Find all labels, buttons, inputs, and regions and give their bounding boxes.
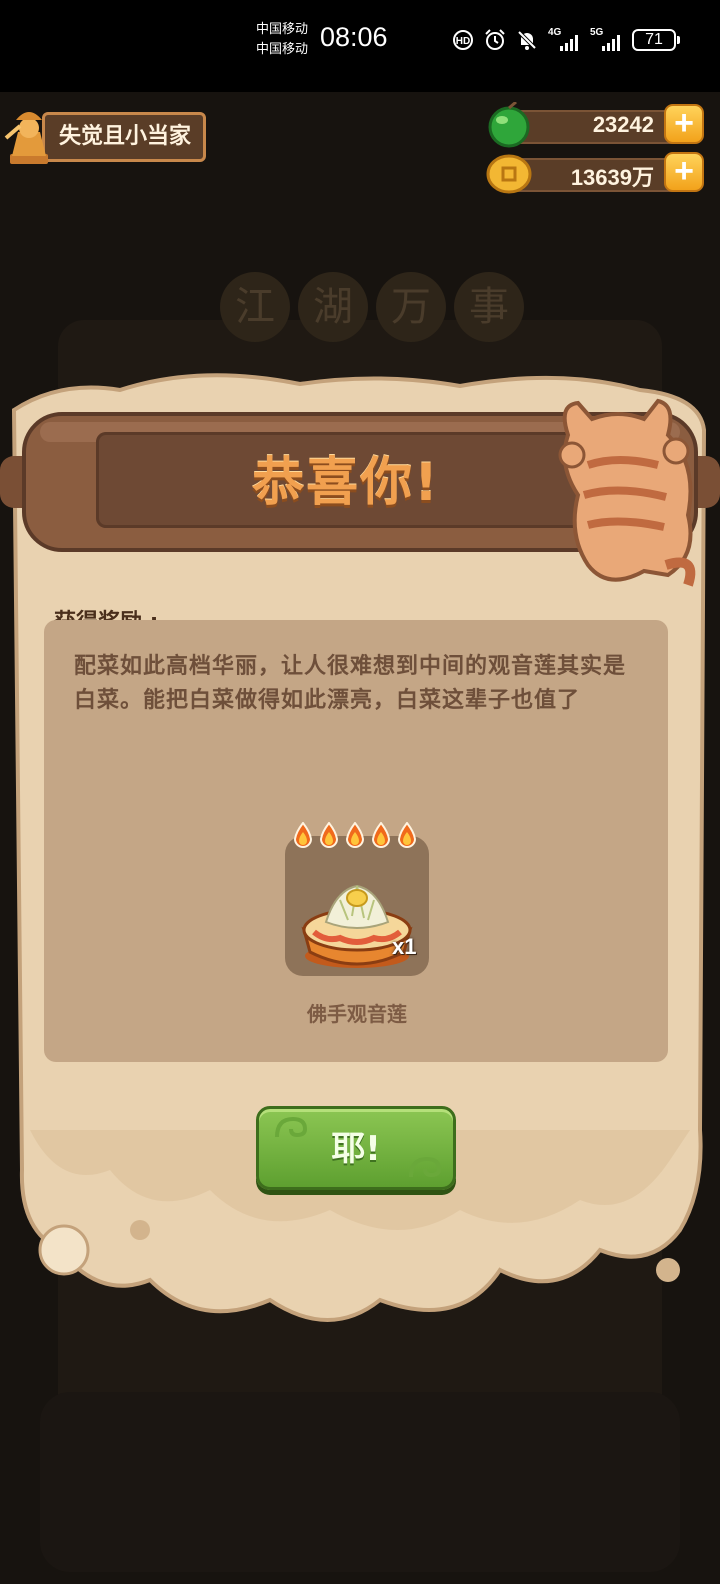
flame-icon: [345, 822, 365, 848]
coin-amount: 13639万: [570, 165, 654, 190]
jade-resource-bar: 23242 +: [486, 102, 704, 148]
carrier-1: 中国移动: [256, 22, 309, 37]
mute-icon: [517, 30, 537, 50]
chef-avatar-icon: [4, 112, 48, 164]
battery-icon: 71: [632, 29, 680, 51]
add-jade-button[interactable]: +: [664, 104, 704, 144]
coin-resource-bar: 13639万 +: [486, 152, 704, 194]
status-bar: 中国移动 中国移动 08:06 HD 4G 5G 71: [0, 0, 720, 92]
carrier-2: 中国移动: [256, 42, 309, 57]
background-title-char: 湖: [298, 272, 368, 342]
jade-icon: [488, 102, 530, 148]
background-title: 江 湖 万 事: [220, 272, 524, 342]
background-title-char: 事: [454, 272, 524, 342]
flame-icon: [293, 822, 313, 848]
confirm-button[interactable]: 耶!: [256, 1106, 456, 1190]
add-coin-button[interactable]: +: [664, 152, 704, 192]
alarm-icon: [485, 29, 505, 50]
player-name: 失觉且小当家: [42, 112, 207, 162]
flame-icon: [319, 822, 339, 848]
item-rating: [292, 822, 418, 850]
dialog-title: 恭喜你!: [252, 453, 440, 513]
jade-amount: 23242: [592, 112, 654, 137]
background-bottom-panel: [40, 1392, 680, 1572]
hd-call-icon: HD: [453, 30, 473, 50]
background-title-char: 万: [376, 272, 446, 342]
svg-text:HD: HD: [456, 36, 470, 47]
status-icons: HD 4G 5G 71: [452, 26, 680, 54]
signal-5g-icon: 5G: [590, 27, 622, 51]
coin-icon: [486, 154, 532, 194]
item-quantity: x1: [392, 934, 417, 959]
background-title-char: 江: [220, 272, 290, 342]
reward-description: 配菜如此高档华丽，让人很难想到中间的观音莲其实是白菜。能把白菜做得如此漂亮，白菜…: [74, 654, 627, 713]
item-name: 佛手观音莲: [307, 1002, 407, 1026]
clock: 08:06: [320, 22, 388, 52]
player-badge[interactable]: 失觉且小当家: [4, 108, 207, 166]
signal-4g-icon: 4G: [548, 27, 580, 51]
flame-icon: [397, 822, 417, 848]
cat-mascot-icon: [558, 398, 696, 587]
flame-icon: [371, 822, 391, 848]
confirm-button-label: 耶!: [331, 1129, 381, 1169]
carrier-labels: 中国移动 中国移动: [256, 20, 308, 60]
